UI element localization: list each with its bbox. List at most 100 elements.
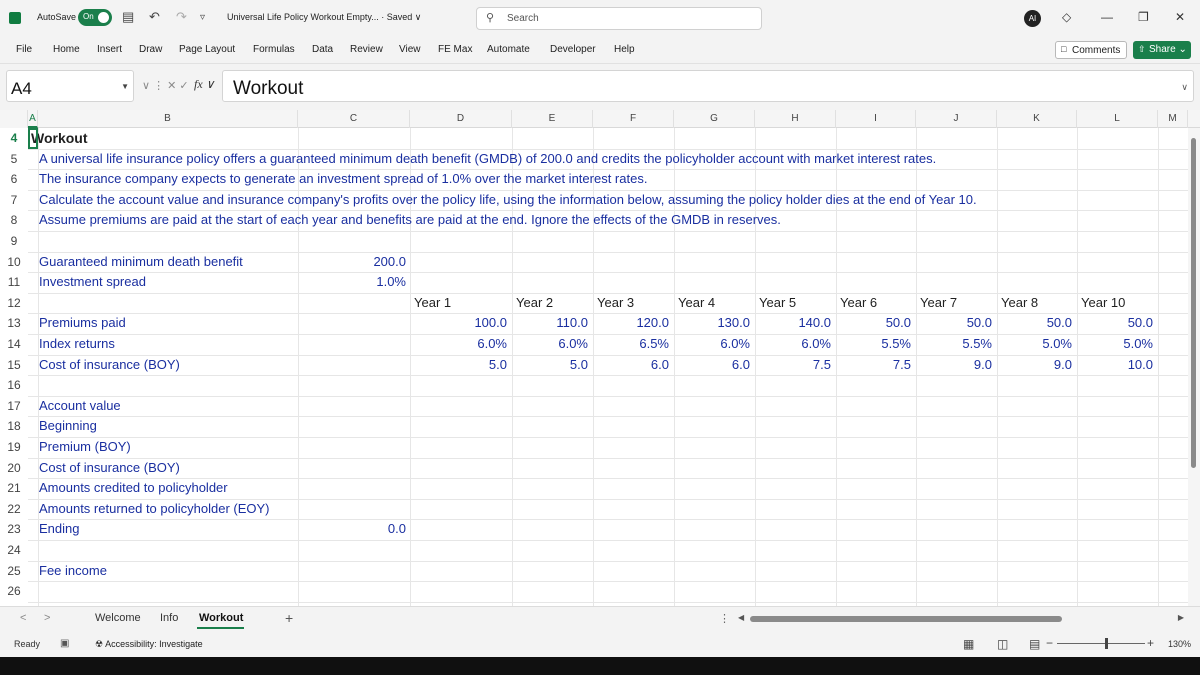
assumption-value[interactable]: 10.0: [1077, 355, 1153, 376]
tab-draw[interactable]: Draw: [139, 44, 162, 55]
sheet-tab-info[interactable]: Info: [160, 612, 178, 624]
assumption-value[interactable]: 7.5: [755, 355, 831, 376]
next-sheet-icon[interactable]: >: [44, 612, 50, 624]
account-row-label[interactable]: Ending: [39, 519, 79, 540]
share-button[interactable]: ⇧ Share ⌄: [1133, 41, 1191, 59]
row-header[interactable]: 8: [0, 210, 28, 231]
more-options-icon[interactable]: ⋮: [719, 612, 730, 625]
assumption-value[interactable]: 6.5%: [593, 334, 669, 355]
row-header[interactable]: 13: [0, 313, 28, 334]
row-header[interactable]: 25: [0, 561, 28, 582]
row-header[interactable]: 7: [0, 190, 28, 211]
row-header[interactable]: 16: [0, 375, 28, 396]
page-break-view-icon[interactable]: ▤: [1029, 637, 1040, 651]
sheet-tab-welcome[interactable]: Welcome: [95, 612, 141, 624]
assumption-value[interactable]: 6.0%: [755, 334, 831, 355]
assumption-value[interactable]: 6.0: [593, 355, 669, 376]
assumption-value[interactable]: 140.0: [755, 313, 831, 334]
row-header[interactable]: 19: [0, 437, 28, 458]
zoom-slider-thumb[interactable]: [1105, 638, 1109, 649]
account-row-label[interactable]: Cost of insurance (BOY): [39, 458, 180, 479]
column-header-a[interactable]: A: [28, 110, 38, 128]
tab-home[interactable]: Home: [53, 44, 80, 55]
select-all-corner[interactable]: [0, 110, 28, 128]
vertical-scroll-thumb[interactable]: [1191, 138, 1196, 468]
column-header-d[interactable]: D: [410, 110, 512, 128]
column-header-e[interactable]: E: [512, 110, 593, 128]
row-header[interactable]: 23: [0, 519, 28, 540]
column-header-i[interactable]: I: [836, 110, 916, 128]
normal-view-icon[interactable]: ▦: [963, 637, 974, 651]
assumption-value[interactable]: 5.0: [512, 355, 588, 376]
tab-review[interactable]: Review: [350, 44, 383, 55]
undo-icon[interactable]: ↶: [149, 9, 160, 25]
section-heading-account-value[interactable]: Account value: [39, 396, 121, 417]
assumption-value[interactable]: 5.5%: [916, 334, 992, 355]
tab-automate[interactable]: Automate: [487, 44, 530, 55]
year-header[interactable]: Year 8: [1001, 293, 1038, 314]
close-icon[interactable]: ✕: [1175, 10, 1185, 24]
scroll-right-icon[interactable]: ▶: [1178, 613, 1184, 622]
vertical-scrollbar[interactable]: [1188, 128, 1200, 606]
tab-data[interactable]: Data: [312, 44, 333, 55]
row-label-index-returns[interactable]: Index returns: [39, 334, 115, 355]
row-label-premiums[interactable]: Premiums paid: [39, 313, 126, 334]
column-header-g[interactable]: G: [674, 110, 755, 128]
zoom-out-icon[interactable]: −: [1046, 636, 1053, 650]
row-header[interactable]: 11: [0, 272, 28, 293]
row-header[interactable]: 14: [0, 334, 28, 355]
row-header[interactable]: 21: [0, 478, 28, 499]
assumption-value[interactable]: 6.0%: [512, 334, 588, 355]
tab-file[interactable]: File: [16, 44, 32, 55]
column-header-b[interactable]: B: [38, 110, 298, 128]
account-row-label[interactable]: Beginning: [39, 416, 97, 437]
horizontal-scroll-thumb[interactable]: [750, 616, 1062, 622]
column-header-k[interactable]: K: [997, 110, 1077, 128]
zoom-level[interactable]: 130%: [1168, 639, 1191, 649]
description-line[interactable]: Assume premiums are paid at the start of…: [39, 210, 781, 231]
assumption-value[interactable]: 9.0: [997, 355, 1072, 376]
ending-value[interactable]: 0.0: [310, 519, 406, 540]
horizontal-scrollbar[interactable]: ◀ ▶: [738, 613, 1188, 623]
year-header[interactable]: Year 5: [759, 293, 796, 314]
assumption-value[interactable]: 50.0: [836, 313, 911, 334]
expand-formula-icon[interactable]: ∨: [1181, 82, 1188, 93]
page-layout-view-icon[interactable]: ◫: [997, 637, 1008, 651]
year-header[interactable]: Year 2: [516, 293, 553, 314]
year-header[interactable]: Year 3: [597, 293, 634, 314]
accessibility-status[interactable]: ☢ Accessibility: Investigate: [95, 639, 203, 650]
row-header[interactable]: 6: [0, 169, 28, 190]
column-header-h[interactable]: H: [755, 110, 836, 128]
row-header[interactable]: 4: [0, 128, 28, 149]
assumption-value[interactable]: 9.0: [916, 355, 992, 376]
row-header[interactable]: 20: [0, 458, 28, 479]
zoom-slider[interactable]: [1057, 643, 1145, 644]
column-header-c[interactable]: C: [298, 110, 410, 128]
description-line[interactable]: A universal life insurance policy offers…: [39, 149, 936, 170]
row-header[interactable]: 15: [0, 355, 28, 376]
assumption-value[interactable]: 7.5: [836, 355, 911, 376]
year-header[interactable]: Year 6: [840, 293, 877, 314]
row-header[interactable]: 5: [0, 149, 28, 170]
year-header[interactable]: Year 4: [678, 293, 715, 314]
comments-button[interactable]: □ Comments: [1055, 41, 1127, 59]
premium-diamond-icon[interactable]: ◇: [1062, 10, 1071, 24]
input-label-gmdb[interactable]: Guaranteed minimum death benefit: [39, 252, 243, 273]
tab-view[interactable]: View: [399, 44, 421, 55]
assumption-value[interactable]: 6.0%: [410, 334, 507, 355]
assumption-value[interactable]: 6.0: [674, 355, 750, 376]
row-header[interactable]: 26: [0, 581, 28, 602]
row-label-cost-of-insurance[interactable]: Cost of insurance (BOY): [39, 355, 180, 376]
autosave-toggle[interactable]: On: [78, 9, 112, 26]
row-header[interactable]: 9: [0, 231, 28, 252]
description-line[interactable]: Calculate the account value and insuranc…: [39, 190, 977, 211]
worksheet-grid[interactable]: A B C D E F G H I J K L M 4 5 6 7 8 9 10 11 12 13…: [0, 110, 1200, 606]
assumption-value[interactable]: 5.0%: [997, 334, 1072, 355]
input-label-spread[interactable]: Investment spread: [39, 272, 146, 293]
tab-help[interactable]: Help: [614, 44, 635, 55]
fee-income-label[interactable]: Fee income: [39, 561, 107, 582]
assumption-value[interactable]: 5.0: [410, 355, 507, 376]
chevron-down-icon[interactable]: ▼: [121, 82, 129, 91]
assumption-value[interactable]: 110.0: [512, 313, 588, 334]
assumption-value[interactable]: 120.0: [593, 313, 669, 334]
